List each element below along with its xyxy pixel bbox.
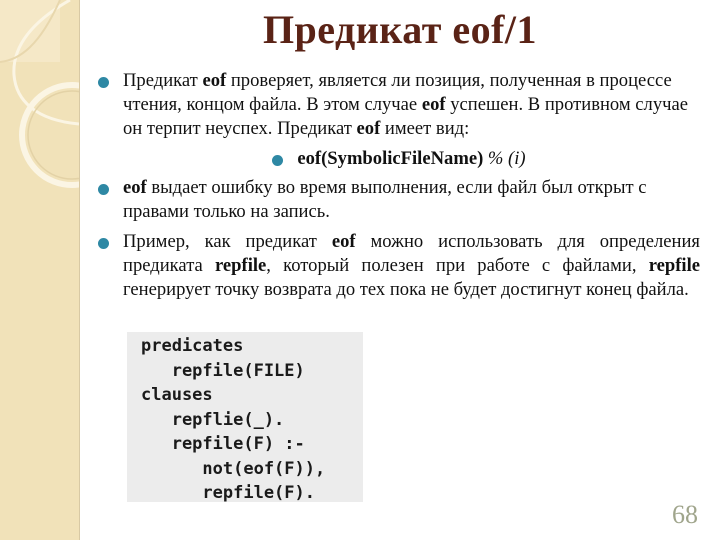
bullet-text: eof выдает ошибку во время выполнения, е… xyxy=(123,177,646,222)
code-line: predicates xyxy=(141,336,244,356)
decorative-arcs-icon xyxy=(0,0,79,188)
body-text: Пример, как предикат xyxy=(123,231,332,252)
signature-text: eof(SymbolicFileName) xyxy=(297,148,484,169)
signature-mode: % (i) xyxy=(483,148,526,169)
body-text: , который полезен при работе с файлами, xyxy=(266,255,649,276)
code-line: repflie(_). xyxy=(141,409,285,430)
code-line: repfile(F) :- xyxy=(141,434,305,454)
decorative-side-panel xyxy=(0,0,80,540)
keyword-text: eof xyxy=(356,118,381,139)
bullet-eof-error: eof выдает ошибку во время выполнения, е… xyxy=(98,176,700,224)
keyword-text: repfile xyxy=(648,255,701,276)
bullet-text: Предикат eof проверяет, является ли пози… xyxy=(123,70,688,139)
body-text: Предикат xyxy=(123,70,203,91)
code-line: not(eof(F)), xyxy=(141,458,326,479)
code-line: clauses xyxy=(141,385,213,405)
code-line: repfile(F). xyxy=(141,483,315,503)
bullet-eof-description: Предикат eof проверяет, является ли пози… xyxy=(98,69,700,141)
bullet-text: Пример, как предикат eof можно использов… xyxy=(123,231,700,300)
code-line: repfile(FILE) xyxy=(141,360,305,381)
slide-title: Предикат eof/1 xyxy=(262,7,538,52)
slide-content: Предикат eof проверяет, является ли пози… xyxy=(98,69,700,308)
bullet-eof-signature: eof(SymbolicFileName) % (i) xyxy=(98,147,700,171)
keyword-text: eof xyxy=(202,70,227,91)
keyword-text: eof xyxy=(421,94,446,115)
body-text: имеет вид: xyxy=(380,118,470,139)
page-number: 68 xyxy=(672,500,698,529)
signature-line: eof(SymbolicFileName) % (i) xyxy=(272,147,526,171)
body-text: выдает ошибку во время выполнения, если … xyxy=(123,177,647,222)
bullet-repfile-example: Пример, как предикат eof можно использов… xyxy=(98,230,700,302)
code-example: predicates repfile(FILE) clauses repflie(… xyxy=(127,332,363,503)
keyword-text: eof xyxy=(331,231,356,252)
keyword-text: eof xyxy=(123,177,147,198)
keyword-text: repfile xyxy=(215,255,267,276)
body-text: генерирует точку возврата до тех пока не… xyxy=(123,279,689,300)
